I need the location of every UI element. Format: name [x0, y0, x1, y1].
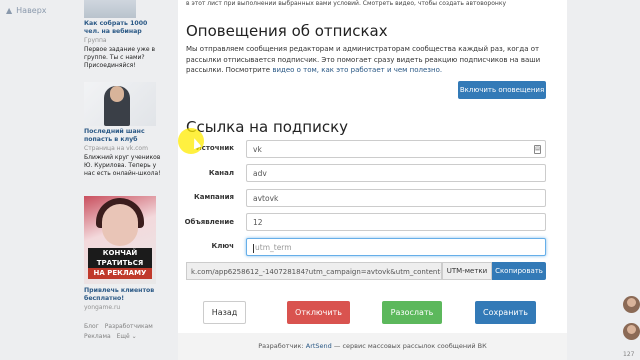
ad-label: Объявление	[184, 218, 234, 226]
friend-avatar[interactable]	[623, 323, 640, 340]
key-label: Ключ	[211, 242, 234, 250]
footer-link-developers[interactable]: Разработчикам	[105, 323, 153, 330]
copy-button[interactable]: Скопировать	[492, 262, 546, 280]
ad-image-club[interactable]	[84, 82, 156, 126]
footer-link-more[interactable]: Ещё ⌄	[117, 333, 137, 340]
ad-input[interactable]: 12	[246, 213, 546, 231]
footer-link-ads[interactable]: Реклама	[84, 333, 111, 340]
section-title-notifications: Оповещения об отписках	[186, 22, 388, 40]
ad-title[interactable]: Последний шанс попасть в клуб	[84, 128, 162, 144]
ad-subtitle: Группа	[84, 37, 107, 44]
campaign-input[interactable]: avtovk	[246, 189, 546, 207]
section-title-subscribe-link: Ссылка на подписку	[186, 118, 349, 136]
save-button[interactable]: Сохранить	[475, 301, 536, 324]
developer-link[interactable]: ArtSend	[306, 342, 332, 350]
ad-image-webinar[interactable]	[84, 0, 136, 18]
friend-avatar[interactable]	[623, 296, 640, 313]
ad-title[interactable]: Как собрать 1000 чел. на вебинар	[84, 20, 162, 36]
generated-link-group: k.com/app6258612_-140728184?utm_campaign…	[186, 262, 546, 280]
online-count: 127	[623, 351, 635, 358]
cut-off-text: в этот лист при выполнении выбранных вам…	[186, 0, 506, 7]
campaign-label: Кампания	[194, 193, 234, 201]
ad-image-stop-spending[interactable]: КОНЧАЙ ТРАТИТЬСЯ НА РЕКЛАМУ	[84, 196, 156, 284]
channel-input[interactable]: adv	[246, 164, 546, 182]
channel-label: Канал	[208, 169, 234, 177]
send-button[interactable]: Разослать	[382, 301, 442, 324]
utm-tags-addon: UTM-метки	[442, 262, 492, 280]
key-input[interactable]: utm_term	[246, 238, 546, 256]
back-button[interactable]: Назад	[203, 301, 246, 324]
developer-footer: Разработчик: ArtSend — сервис массовых р…	[178, 333, 567, 360]
ad-subtitle: Страница на vk.com	[84, 145, 148, 152]
app-main-panel: в этот лист при выполнении выбранных вам…	[178, 0, 567, 360]
ad-text: Первое задание уже в группе. Ты с нами? …	[84, 46, 156, 69]
footer-link-blog[interactable]: Блог	[84, 323, 99, 330]
video-link[interactable]: видео о том, как это работает и чем поле…	[272, 66, 442, 74]
disable-button[interactable]: Отключить	[287, 301, 350, 324]
ad-subtitle: yongame.ru	[84, 304, 121, 311]
left-ad-column: ▲ Наверх Как собрать 1000 чел. на вебинар…	[0, 0, 180, 360]
arrow-up-icon: ▲	[6, 6, 13, 15]
notifications-description: Мы отправляем сообщения редакторам и адм…	[186, 45, 541, 74]
enable-notifications-button[interactable]: Включить оповещения	[458, 81, 546, 99]
ad-title[interactable]: Привлечь клиентов бесплатно!	[84, 287, 162, 303]
generated-link-field[interactable]: k.com/app6258612_-140728184?utm_campaign…	[186, 262, 442, 280]
contact-card-icon[interactable]: ▤	[534, 145, 541, 154]
back-to-top-link[interactable]: ▲ Наверх	[6, 6, 47, 15]
source-input[interactable]: vk ▤	[246, 140, 546, 158]
text-caret	[253, 243, 254, 253]
right-friends-column: 127	[567, 0, 640, 360]
ad-banner-line: НА РЕКЛАМУ	[88, 268, 152, 279]
sidebar-footer-links: Блог Разработчикам Реклама Ещё ⌄	[84, 322, 174, 342]
ad-text: Ближний круг учеников Ю. Курилова. Тепер…	[84, 154, 161, 177]
